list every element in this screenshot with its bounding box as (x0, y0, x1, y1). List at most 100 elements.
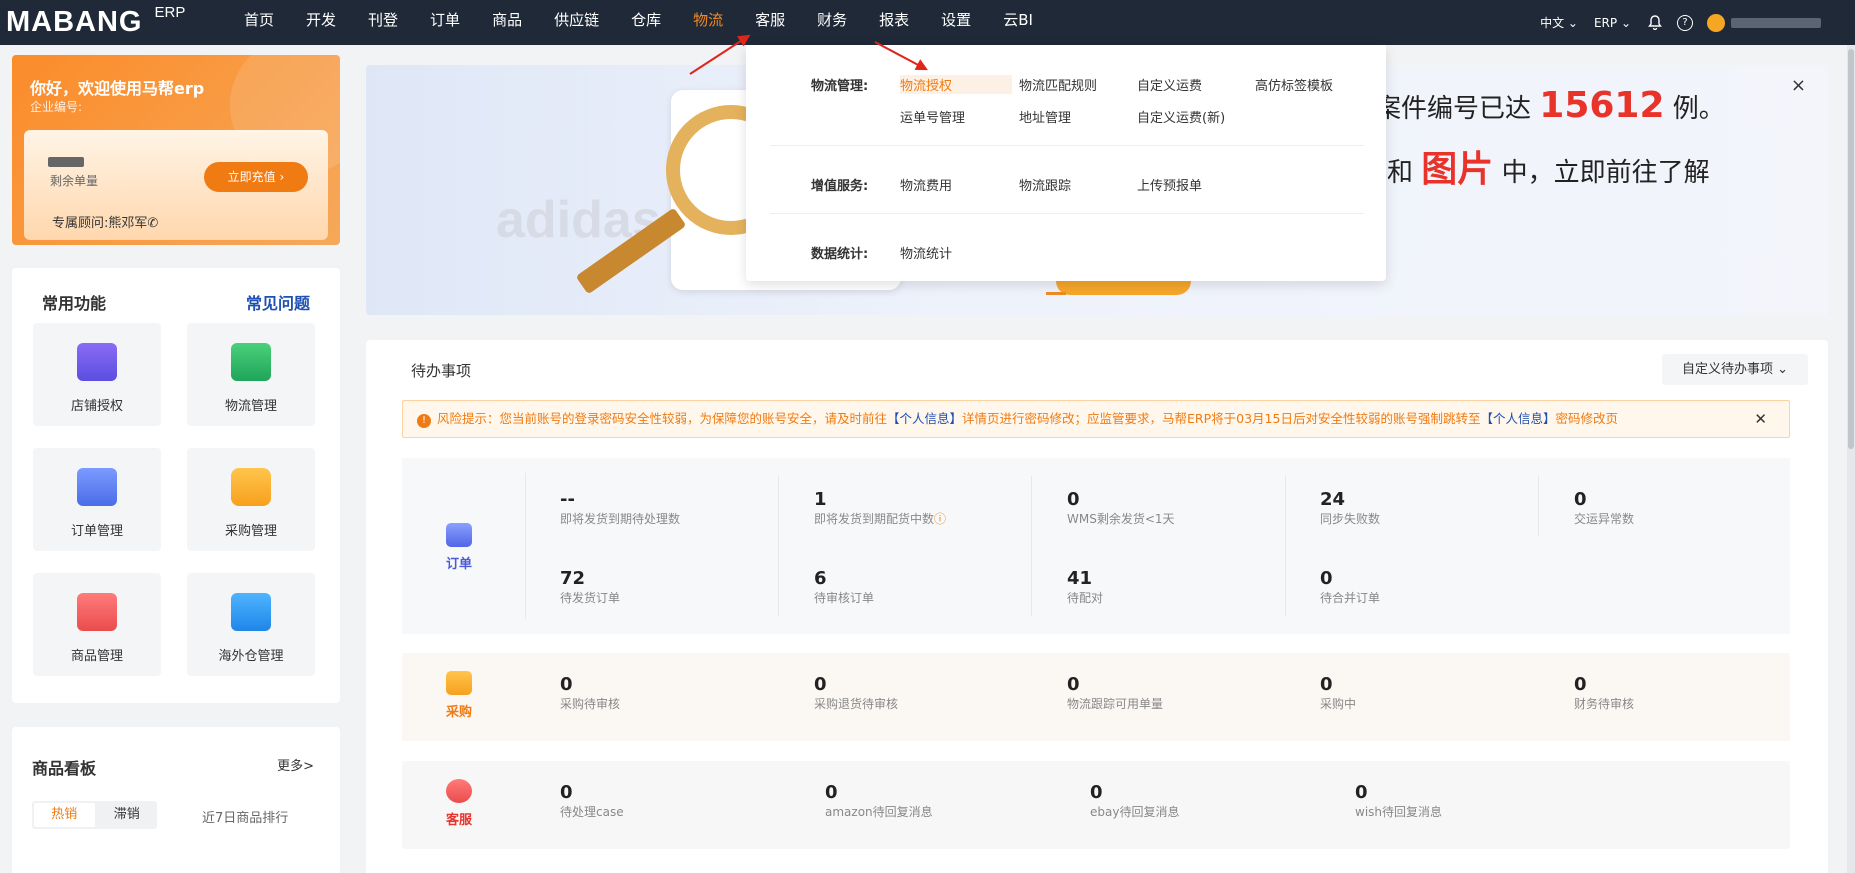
nav-supply-chain[interactable]: 供应链 (538, 0, 615, 45)
top-right-tools: 中文 ⌄ ERP ⌄ ? (1540, 0, 1855, 45)
close-icon[interactable]: × (1791, 75, 1806, 96)
recharge-button[interactable]: 立即充值 › (204, 162, 308, 192)
group-title-logistics-management: 物流管理: (811, 79, 869, 94)
menu-logistics-fees[interactable]: 物流费用 (900, 175, 952, 194)
metric-value: 0 (1320, 568, 1333, 589)
metric-label: 即将发货到期待处理数 (560, 512, 681, 526)
metric-value: 0 (1090, 782, 1103, 803)
nav-logistics[interactable]: 物流 (677, 0, 739, 45)
metric-item[interactable]: 1 即将发货到期配货中数ⓘ (814, 490, 946, 527)
advisor-label: 专属顾问:熊邓军 (52, 216, 148, 231)
metric-item[interactable]: 0 财务待审核 (1574, 675, 1634, 712)
tile-purchase[interactable]: 采购管理 (187, 448, 315, 551)
menu-custom-freight[interactable]: 自定义运费 (1137, 75, 1202, 94)
menu-custom-freight-new[interactable]: 自定义运费(新) (1137, 107, 1225, 126)
info-icon[interactable]: ⓘ (934, 512, 946, 526)
username-redacted[interactable] (1731, 17, 1821, 28)
truck-icon (231, 343, 271, 381)
chevron-down-icon: ⌄ (1564, 15, 1578, 30)
metric-item[interactable]: 0 交运异常数 (1574, 490, 1634, 527)
carousel-indicator[interactable] (1046, 292, 1066, 295)
nav-cloud-bi[interactable]: 云BI (987, 0, 1049, 45)
banner-text: 中，立即前往了解 (1501, 158, 1710, 188)
product-board-panel: 商品看板 更多> 热销 滞销 近7日商品排行 (12, 727, 340, 873)
metric-item[interactable]: 0 物流跟踪可用单量 (1067, 675, 1163, 712)
metric-item[interactable]: 0 wish待回复消息 (1355, 783, 1442, 820)
metric-value: 0 (560, 674, 573, 695)
language-label: 中文 (1540, 16, 1565, 30)
metric-label: wish待回复消息 (1355, 805, 1443, 819)
metric-item[interactable]: 41 待配对 (1067, 569, 1103, 606)
personal-info-link[interactable]: 【个人信息】 (1480, 411, 1555, 426)
risk-warning: ! 风险提示：您当前账号的登录密码安全性较弱，为保障您的账号安全，请及时前往【个人… (402, 400, 1790, 438)
faq-link[interactable]: 常见问题 (246, 290, 310, 314)
tile-logistics[interactable]: 物流管理 (187, 323, 315, 426)
top-navbar: MABANG ERP 首页 开发 刊登 订单 商品 供应链 仓库 物流 客服 财… (0, 0, 1855, 45)
purchase-label: 采购 (446, 705, 473, 720)
tab-slow[interactable]: 滞销 (97, 801, 158, 829)
metric-label: 待处理case (560, 805, 624, 819)
nav-home[interactable]: 首页 (228, 0, 290, 45)
logo[interactable]: MABANG ERP (6, 4, 185, 40)
metric-item[interactable]: 24 同步失败数 (1320, 490, 1380, 527)
nav-listing[interactable]: 刊登 (352, 0, 414, 45)
page-scrollbar[interactable] (1847, 45, 1855, 873)
tile-shop-auth[interactable]: 店铺授权 (33, 323, 161, 426)
metric-item[interactable]: 0 待处理case (560, 783, 624, 820)
menu-logistics-auth[interactable]: 物流授权 (900, 75, 1013, 94)
nav-develop[interactable]: 开发 (290, 0, 352, 45)
menu-address-management[interactable]: 地址管理 (1019, 107, 1071, 126)
metric-label: 采购待审核 (560, 697, 621, 711)
help-icon[interactable]: ? (1677, 14, 1693, 31)
metric-item[interactable]: 0 amazon待回复消息 (825, 783, 933, 820)
tile-products[interactable]: 商品管理 (33, 573, 161, 676)
metric-value: 0 (825, 782, 838, 803)
menu-label-template[interactable]: 高仿标签模板 (1255, 75, 1333, 94)
todo-title: 待办事项 (411, 362, 472, 380)
metric-item[interactable]: 6 待审核订单 (814, 569, 874, 606)
metric-item[interactable]: 0 采购待审核 (560, 675, 620, 712)
close-icon[interactable]: ✕ (1754, 401, 1767, 437)
menu-upload-forecast[interactable]: 上传预报单 (1137, 175, 1202, 194)
order-section-label: 订单 (446, 523, 472, 572)
menu-logistics-stats[interactable]: 物流统计 (900, 243, 952, 262)
service-section-label: 客服 (446, 779, 472, 828)
banner-subline: 和 图片 中，立即前往了解 (1387, 140, 1710, 192)
service-label: 客服 (446, 813, 473, 828)
nav-warehouse[interactable]: 仓库 (615, 0, 677, 45)
nav-reports[interactable]: 报表 (863, 0, 925, 45)
tile-overseas-warehouse[interactable]: 海外仓管理 (187, 573, 315, 676)
logo-wordmark: MABANG (6, 6, 143, 38)
bell-icon[interactable] (1647, 14, 1663, 31)
menu-logistics-tracking[interactable]: 物流跟踪 (1019, 175, 1071, 194)
scrollbar-thumb[interactable] (1848, 49, 1854, 449)
more-link[interactable]: 更多> (277, 755, 314, 774)
purchase-section: 采购 0 采购待审核 0 采购退货待审核 0 物流跟踪可用单量 0 采购中 0 财务待审核 (402, 653, 1790, 741)
metric-item[interactable]: 0 WMS剩余发货<1天 (1067, 490, 1175, 527)
custom-todo-button[interactable]: 自定义待办事项 ⌄ (1662, 354, 1808, 385)
metric-item[interactable]: 0 采购中 (1320, 675, 1356, 712)
nav-products[interactable]: 商品 (476, 0, 538, 45)
metric-item[interactable]: 0 待合并订单 (1320, 569, 1380, 606)
tile-orders[interactable]: 订单管理 (33, 448, 161, 551)
metric-item[interactable]: 0 ebay待回复消息 (1090, 783, 1179, 820)
product-select[interactable]: ERP ⌄ (1594, 16, 1631, 30)
order-label: 订单 (446, 557, 473, 572)
avatar[interactable] (1707, 13, 1725, 32)
logistics-dropdown-menu: 物流管理: 物流授权 物流匹配规则 自定义运费 高仿标签模板 运单号管理 地址管… (746, 45, 1386, 281)
nav-orders[interactable]: 订单 (414, 0, 476, 45)
menu-logistics-match-rules[interactable]: 物流匹配规则 (1019, 75, 1097, 94)
nav-finance[interactable]: 财务 (801, 0, 863, 45)
headset-icon (446, 779, 472, 803)
tab-hot[interactable]: 热销 (34, 803, 95, 827)
language-select[interactable]: 中文 ⌄ (1540, 14, 1578, 31)
metric-item[interactable]: -- 即将发货到期待处理数 (560, 490, 680, 527)
metric-item[interactable]: 0 采购退货待审核 (814, 675, 898, 712)
menu-waybill-management[interactable]: 运单号管理 (900, 107, 965, 126)
remaining-label: 剩余单量 (50, 174, 99, 188)
personal-info-link[interactable]: 【个人信息】 (887, 411, 962, 426)
advisor-text: 专属顾问:熊邓军✆ (52, 212, 158, 231)
metric-item[interactable]: 72 待发货订单 (560, 569, 620, 606)
phone-icon[interactable]: ✆ (147, 216, 158, 231)
nav-settings[interactable]: 设置 (925, 0, 987, 45)
